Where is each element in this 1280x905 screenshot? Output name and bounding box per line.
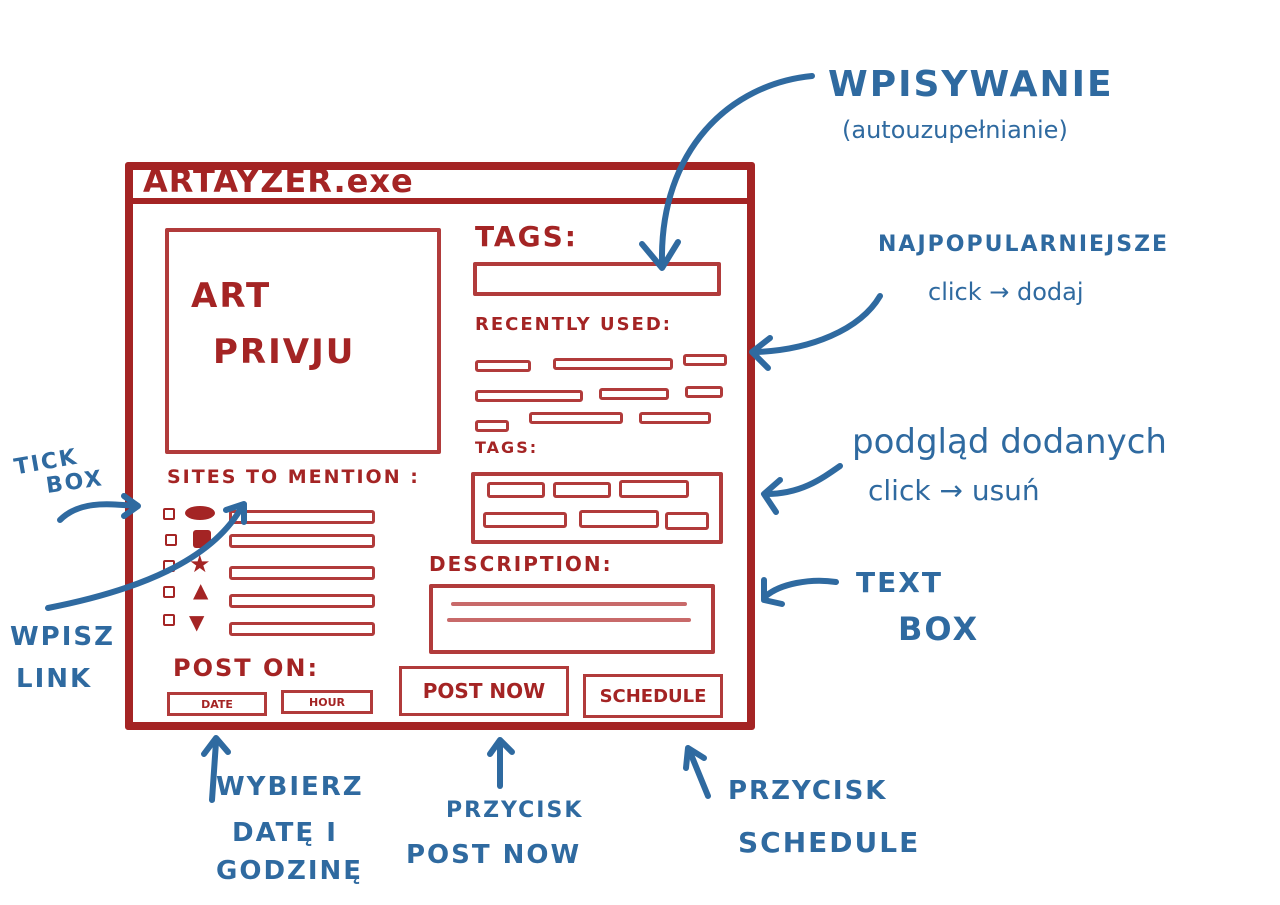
annotation-arrows — [45, 73, 883, 803]
arrow-najpopularniejsze — [753, 293, 883, 355]
arrow-wpisywanie — [658, 73, 815, 265]
arrow-wybierz — [209, 739, 219, 803]
arrow-wpisz-link — [45, 507, 243, 611]
arrow-text-box — [763, 577, 839, 599]
